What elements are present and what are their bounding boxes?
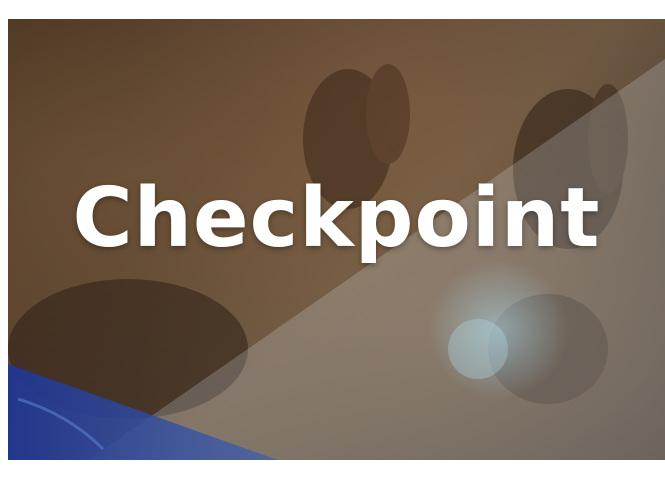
page-canvas: Checkpoint	[0, 0, 665, 486]
banner-title: Checkpoint	[72, 171, 601, 266]
banner-image: Checkpoint	[8, 19, 665, 460]
